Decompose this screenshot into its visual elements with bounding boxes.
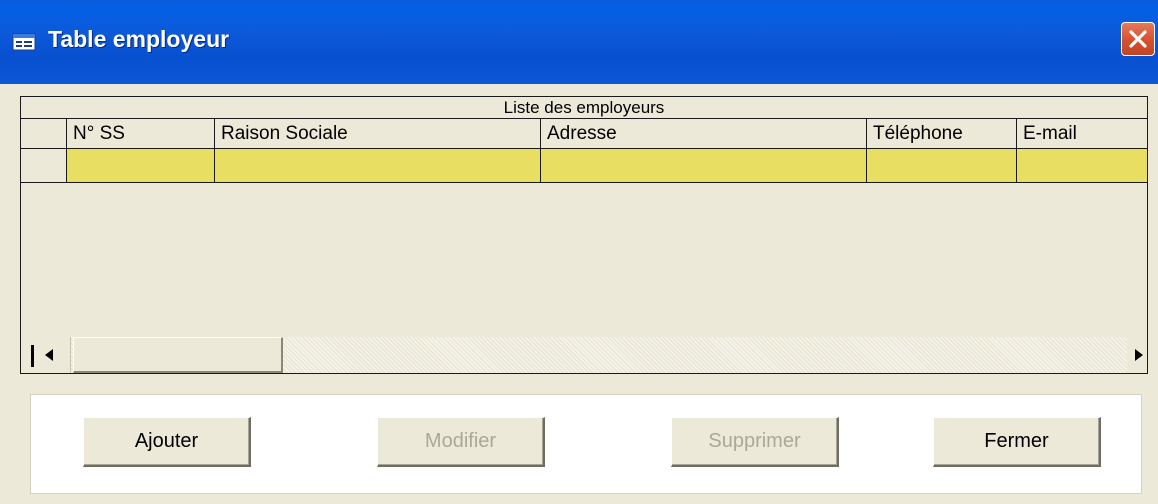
column-header-telephone[interactable]: Téléphone	[867, 119, 1017, 148]
row-selector[interactable]	[21, 149, 67, 182]
cell-ss[interactable]	[67, 149, 215, 182]
employer-table-window: Table employeur Liste des employeurs N° …	[0, 0, 1158, 504]
window-title: Table employeur	[48, 26, 230, 52]
grid-header-row: N° SS Raison Sociale Adresse Téléphone E…	[21, 119, 1147, 149]
cell-telephone[interactable]	[867, 149, 1017, 182]
cell-raison-sociale[interactable]	[215, 149, 541, 182]
scroll-left-button[interactable]	[21, 337, 71, 373]
header-row-selector	[21, 119, 67, 148]
scroll-right-button[interactable]	[1127, 337, 1147, 373]
cell-email[interactable]	[1017, 149, 1147, 182]
cell-adresse[interactable]	[541, 149, 867, 182]
horizontal-scrollbar[interactable]	[21, 337, 1147, 373]
close-form-button[interactable]: Fermer	[933, 417, 1101, 467]
button-panel: Ajouter Modifier Supprimer Fermer	[30, 394, 1142, 494]
employers-grid[interactable]: Liste des employeurs N° SS Raison Social…	[20, 96, 1148, 374]
column-header-raison-sociale[interactable]: Raison Sociale	[215, 119, 541, 148]
column-header-adresse[interactable]: Adresse	[541, 119, 867, 148]
scroll-thumb[interactable]	[73, 337, 283, 373]
edit-button[interactable]: Modifier	[377, 417, 545, 467]
add-button[interactable]: Ajouter	[83, 417, 251, 467]
delete-button[interactable]: Supprimer	[671, 417, 839, 467]
close-button[interactable]	[1121, 22, 1155, 56]
grid-caption: Liste des employeurs	[21, 97, 1147, 119]
form-window-icon	[12, 30, 36, 54]
column-header-ss[interactable]: N° SS	[67, 119, 215, 148]
title-bar[interactable]: Table employeur	[0, 0, 1158, 84]
column-header-email[interactable]: E-mail	[1017, 119, 1147, 148]
scroll-start-bar	[31, 345, 34, 367]
table-row[interactable]	[21, 149, 1147, 183]
